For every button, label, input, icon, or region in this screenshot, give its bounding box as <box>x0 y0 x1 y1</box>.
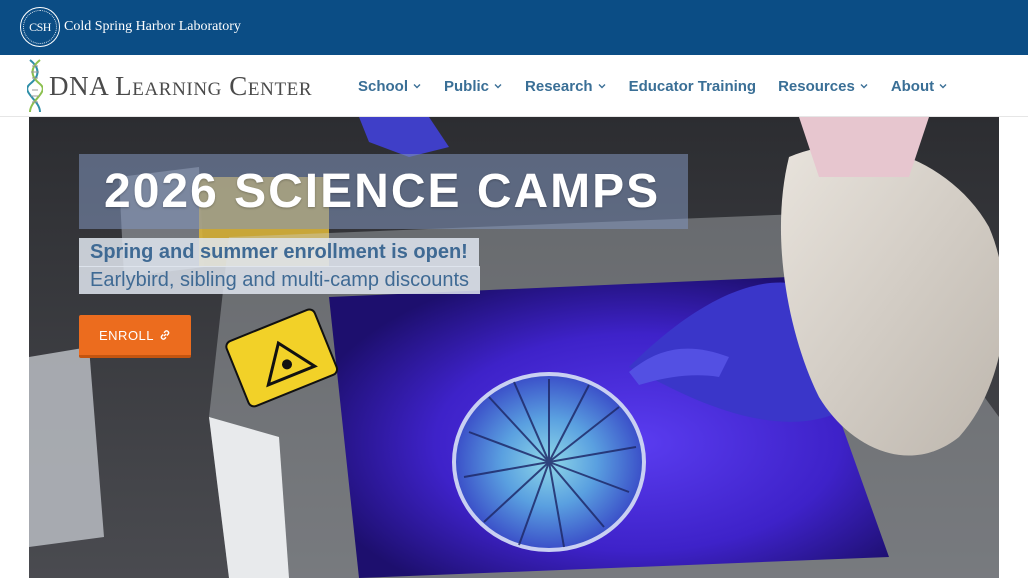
chevron-down-icon <box>494 84 502 89</box>
chevron-down-icon <box>860 84 868 89</box>
hero-title-band: 2026 SCIENCE CAMPS <box>79 154 688 229</box>
link-icon <box>160 330 170 340</box>
chevron-down-icon <box>413 84 421 89</box>
dnalc-logo-link[interactable]: DNA Learning Center <box>27 58 312 114</box>
hero-title: 2026 SCIENCE CAMPS <box>104 165 661 218</box>
nav-menu: School Public Research Educator Training… <box>358 55 970 117</box>
cshl-logo-link[interactable]: CSH Cold Spring Harbor Laboratory <box>20 7 241 47</box>
nav-item-label: Research <box>525 77 593 95</box>
hero-subtitle-band: Spring and summer enrollment is open! <box>79 238 479 267</box>
cshl-header-bar: CSH Cold Spring Harbor Laboratory <box>0 0 1028 55</box>
nav-item-research[interactable]: Research <box>525 78 607 95</box>
nav-item-label: About <box>890 77 935 95</box>
nav-item-label: Public <box>444 77 490 95</box>
nav-item-label: School <box>358 77 409 95</box>
enroll-button[interactable]: ENROLL <box>79 315 192 358</box>
enroll-button-label: ENROLL <box>99 327 155 343</box>
dna-helix-icon <box>27 59 43 113</box>
nav-item-educator-training[interactable]: Educator Training <box>629 78 757 95</box>
hero-banner: 2026 SCIENCE CAMPS Spring and summer enr… <box>29 117 999 578</box>
main-nav-bar: DNA Learning Center School Public Resear… <box>0 55 1028 117</box>
nav-item-resources[interactable]: Resources <box>778 78 869 95</box>
cshl-seal-icon: CSH <box>20 7 60 47</box>
cshl-name: Cold Spring Harbor Laboratory <box>64 19 241 34</box>
site-title: DNA Learning Center <box>49 71 312 102</box>
nav-item-label: Resources <box>778 77 855 95</box>
hero-subtitle-secondary: Earlybird, sibling and multi-camp discou… <box>90 268 470 291</box>
site-title-dna: DNA <box>49 70 108 101</box>
nav-item-label: Educator Training <box>628 77 757 95</box>
site-title-rest: Learning Center <box>115 70 313 101</box>
chevron-down-icon <box>598 84 606 89</box>
cshl-seal-text: CSH <box>29 19 51 34</box>
hero-subtitle: Spring and summer enrollment is open! <box>90 241 468 263</box>
nav-item-school[interactable]: School <box>358 78 422 95</box>
hero-subtitle2-band: Earlybird, sibling and multi-camp discou… <box>79 266 481 294</box>
chevron-down-icon <box>939 84 947 89</box>
nav-item-public[interactable]: Public <box>444 78 503 95</box>
nav-item-about[interactable]: About <box>891 78 948 95</box>
